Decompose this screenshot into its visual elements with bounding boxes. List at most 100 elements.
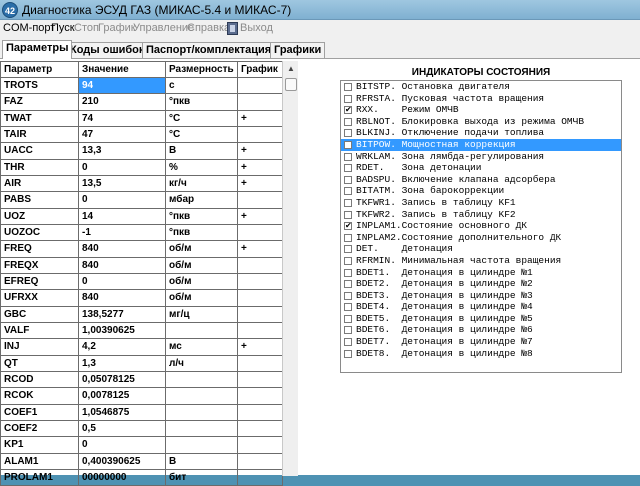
cell-graph[interactable] bbox=[237, 403, 283, 421]
cell-graph[interactable]: + bbox=[237, 142, 283, 160]
cell-graph[interactable]: + bbox=[237, 174, 283, 193]
menu-graph[interactable]: График bbox=[98, 22, 136, 34]
scroll-thumb[interactable] bbox=[285, 78, 297, 91]
tab-error-codes[interactable]: Коды ошибок bbox=[66, 42, 149, 59]
checkbox-empty-icon[interactable] bbox=[344, 268, 352, 277]
column-header-graph[interactable]: График bbox=[237, 61, 283, 78]
indicator-item[interactable]: WRKLAM. Зона лямбда-регулирования bbox=[341, 151, 621, 163]
checkbox-empty-icon[interactable] bbox=[344, 198, 352, 207]
menu-exit[interactable]: Выход bbox=[240, 22, 273, 34]
indicator-item[interactable]: BITPOW. Мощностная коррекция bbox=[341, 138, 621, 151]
cell-graph[interactable] bbox=[237, 321, 283, 340]
cell-graph[interactable]: + bbox=[237, 158, 283, 176]
checkbox-empty-icon[interactable] bbox=[344, 117, 352, 126]
tab-graphs[interactable]: Графики bbox=[270, 42, 326, 59]
cell-graph[interactable] bbox=[237, 468, 283, 486]
scroll-up-arrow-icon[interactable]: ▲ bbox=[283, 61, 299, 76]
table-row[interactable]: KP1 0 bbox=[0, 436, 283, 454]
checkbox-empty-icon[interactable] bbox=[344, 280, 352, 289]
table-row[interactable]: RCOD 0,05078125 bbox=[0, 370, 283, 389]
table-row[interactable]: EFREQ 0 об/м bbox=[0, 272, 283, 291]
menu-com-port[interactable]: COM-порт bbox=[3, 22, 55, 34]
menu-start[interactable]: Пуск bbox=[51, 22, 75, 34]
indicator-item[interactable]: RFRMIN. Минимальная частота вращения bbox=[341, 255, 621, 267]
cell-graph[interactable] bbox=[237, 305, 283, 323]
checkbox-empty-icon[interactable] bbox=[344, 210, 352, 219]
indicator-item[interactable]: TKFWR1. Запись в таблицу KF1 bbox=[341, 197, 621, 209]
cell-graph[interactable]: + bbox=[237, 338, 283, 356]
cell-graph[interactable] bbox=[237, 370, 283, 389]
indicator-item[interactable]: BADSPU. Включение клапана адсорбера bbox=[341, 174, 621, 186]
indicator-item[interactable]: RDET. Зона детонации bbox=[341, 162, 621, 174]
indicator-item[interactable]: RBLNOT. Блокировка выхода из режима ОМЧВ bbox=[341, 116, 621, 128]
table-row[interactable]: ALAM1 0,400390625 В bbox=[0, 452, 283, 470]
checkbox-checked-icon[interactable]: ✔ bbox=[344, 106, 352, 115]
checkbox-empty-icon[interactable] bbox=[344, 152, 352, 161]
checkbox-empty-icon[interactable] bbox=[344, 175, 352, 184]
table-row[interactable]: TWAT 74 °C + bbox=[0, 109, 283, 127]
column-header-unit[interactable]: Размерность bbox=[165, 61, 238, 78]
table-row[interactable]: COEF2 0,5 bbox=[0, 419, 283, 438]
column-header-parameter[interactable]: Параметр bbox=[0, 61, 79, 78]
cell-graph[interactable] bbox=[237, 76, 283, 95]
indicator-item[interactable]: BDET1. Детонация в цилиндре №1 bbox=[341, 267, 621, 279]
checkbox-empty-icon[interactable] bbox=[344, 164, 352, 173]
checkbox-empty-icon[interactable] bbox=[344, 245, 352, 254]
table-scrollbar[interactable]: ▲ bbox=[282, 61, 298, 476]
indicator-item[interactable]: BLKINJ. Отключение подачи топлива bbox=[341, 127, 621, 139]
cell-graph[interactable] bbox=[237, 125, 283, 144]
indicator-item[interactable]: BDET8. Детонация в цилиндре №8 bbox=[341, 348, 621, 360]
checkbox-empty-icon[interactable] bbox=[344, 291, 352, 300]
checkbox-empty-icon[interactable] bbox=[344, 338, 352, 347]
indicator-item[interactable]: BITSTP. Остановка двигателя bbox=[341, 81, 621, 93]
indicator-item[interactable]: BDET3. Детонация в цилиндре №3 bbox=[341, 290, 621, 302]
cell-graph[interactable] bbox=[237, 387, 283, 405]
indicator-item[interactable]: ✔ RXX. Режим ОМЧВ bbox=[341, 104, 621, 116]
table-row[interactable]: TAIR 47 °C bbox=[0, 125, 283, 144]
cell-graph[interactable] bbox=[237, 452, 283, 470]
indicator-item[interactable]: TKFWR2. Запись в таблицу KF2 bbox=[341, 209, 621, 221]
table-row[interactable]: PROLAM1 00000000 бит bbox=[0, 468, 283, 486]
indicator-item[interactable]: RFRSTA. Пусковая частота вращения bbox=[341, 93, 621, 105]
checkbox-empty-icon[interactable] bbox=[344, 314, 352, 323]
indicator-item[interactable]: DET. Детонация bbox=[341, 243, 621, 255]
table-row[interactable]: INJ 4,2 мс + bbox=[0, 338, 283, 356]
cell-graph[interactable] bbox=[237, 354, 283, 372]
cell-graph[interactable] bbox=[237, 272, 283, 291]
cell-graph[interactable] bbox=[237, 223, 283, 242]
menu-control[interactable]: Управление bbox=[133, 22, 194, 34]
table-row[interactable]: FREQ 840 об/м + bbox=[0, 240, 283, 258]
tab-passport[interactable]: Паспорт/комплектация bbox=[142, 42, 276, 59]
table-row[interactable]: FREQX 840 об/м bbox=[0, 256, 283, 274]
table-row[interactable]: TROTS 94 с bbox=[0, 76, 283, 95]
indicator-item[interactable]: BDET5. Детонация в цилиндре №5 bbox=[341, 313, 621, 325]
table-row[interactable]: UOZOC -1 °пкв bbox=[0, 223, 283, 242]
indicator-item[interactable]: BITATM. Зона барокоррекции bbox=[341, 185, 621, 197]
table-row[interactable]: GBC 138,5277 мг/ц bbox=[0, 305, 283, 323]
table-row[interactable]: COEF1 1,0546875 bbox=[0, 403, 283, 421]
tab-parameters[interactable]: Параметры bbox=[2, 40, 73, 59]
checkbox-empty-icon[interactable] bbox=[344, 326, 352, 335]
table-row[interactable]: PABS 0 мбар bbox=[0, 191, 283, 209]
column-header-value[interactable]: Значение bbox=[78, 61, 166, 78]
table-row[interactable]: UFRXX 840 об/м bbox=[0, 289, 283, 307]
cell-graph[interactable]: + bbox=[237, 109, 283, 127]
checkbox-empty-icon[interactable] bbox=[344, 83, 352, 91]
checkbox-empty-icon[interactable] bbox=[344, 233, 352, 242]
cell-graph[interactable] bbox=[237, 256, 283, 274]
exit-icon[interactable] bbox=[227, 22, 238, 35]
indicator-item[interactable]: INPLAM2.Состояние дополнительного ДК bbox=[341, 232, 621, 244]
checkbox-empty-icon[interactable] bbox=[344, 94, 352, 103]
checkbox-empty-icon[interactable] bbox=[344, 303, 352, 312]
checkbox-empty-icon[interactable] bbox=[344, 256, 352, 265]
checkbox-empty-icon[interactable] bbox=[344, 349, 352, 358]
table-row[interactable]: QT 1,3 л/ч bbox=[0, 354, 283, 372]
cell-graph[interactable] bbox=[237, 289, 283, 307]
table-row[interactable]: UOZ 14 °пкв + bbox=[0, 207, 283, 225]
table-row[interactable]: FAZ 210 °пкв bbox=[0, 93, 283, 111]
table-row[interactable]: AIR 13,5 кг/ч + bbox=[0, 174, 283, 193]
indicator-item[interactable]: BDET7. Детонация в цилиндре №7 bbox=[341, 336, 621, 348]
checkbox-empty-icon[interactable] bbox=[344, 129, 352, 138]
indicator-item[interactable]: ✔ INPLAM1.Состояние основного ДК bbox=[341, 220, 621, 232]
cell-graph[interactable]: + bbox=[237, 207, 283, 225]
